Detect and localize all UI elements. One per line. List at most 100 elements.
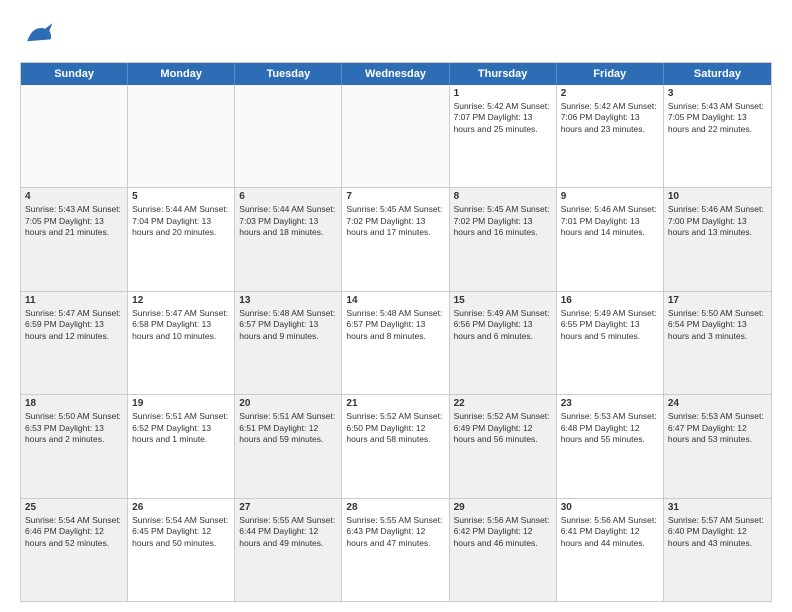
day-number: 15 bbox=[454, 295, 552, 306]
calendar-cell: 30 Sunrise: 5:56 AM Sunset: 6:41 PM Dayli… bbox=[557, 499, 664, 601]
day-number: 10 bbox=[668, 191, 767, 202]
day-info: Sunrise: 5:50 AM Sunset: 6:54 PM Dayligh… bbox=[668, 308, 767, 342]
day-number: 3 bbox=[668, 88, 767, 99]
day-number: 17 bbox=[668, 295, 767, 306]
weekday-header: Sunday bbox=[21, 63, 128, 85]
logo-icon bbox=[20, 16, 56, 52]
day-info: Sunrise: 5:42 AM Sunset: 7:06 PM Dayligh… bbox=[561, 101, 659, 135]
calendar-cell: 24 Sunrise: 5:53 AM Sunset: 6:47 PM Dayli… bbox=[664, 395, 771, 497]
weekday-header: Friday bbox=[557, 63, 664, 85]
calendar-cell: 2 Sunrise: 5:42 AM Sunset: 7:06 PM Daylig… bbox=[557, 85, 664, 187]
day-info: Sunrise: 5:48 AM Sunset: 6:57 PM Dayligh… bbox=[346, 308, 444, 342]
calendar-cell: 9 Sunrise: 5:46 AM Sunset: 7:01 PM Daylig… bbox=[557, 188, 664, 290]
calendar-cell: 15 Sunrise: 5:49 AM Sunset: 6:56 PM Dayli… bbox=[450, 292, 557, 394]
calendar-cell bbox=[235, 85, 342, 187]
calendar-cell: 20Sunrise: 5:51 AM Sunset: 6:51 PM Dayli… bbox=[235, 395, 342, 497]
day-number: 6 bbox=[239, 191, 337, 202]
day-info: Sunrise: 5:49 AM Sunset: 6:56 PM Dayligh… bbox=[454, 308, 552, 342]
calendar-cell: 27 Sunrise: 5:55 AM Sunset: 6:44 PM Dayli… bbox=[235, 499, 342, 601]
day-number: 21 bbox=[346, 398, 444, 409]
day-number: 27 bbox=[239, 502, 337, 513]
calendar-cell: 8 Sunrise: 5:45 AM Sunset: 7:02 PM Daylig… bbox=[450, 188, 557, 290]
day-info: Sunrise: 5:46 AM Sunset: 7:01 PM Dayligh… bbox=[561, 204, 659, 238]
calendar-cell: 7 Sunrise: 5:45 AM Sunset: 7:02 PM Daylig… bbox=[342, 188, 449, 290]
day-info: Sunrise: 5:49 AM Sunset: 6:55 PM Dayligh… bbox=[561, 308, 659, 342]
day-number: 5 bbox=[132, 191, 230, 202]
calendar-header: SundayMondayTuesdayWednesdayThursdayFrid… bbox=[21, 63, 771, 85]
day-info: Sunrise: 5:44 AM Sunset: 7:04 PM Dayligh… bbox=[132, 204, 230, 238]
day-info: Sunrise: 5:55 AM Sunset: 6:44 PM Dayligh… bbox=[239, 515, 337, 549]
calendar-cell: 22 Sunrise: 5:52 AM Sunset: 6:49 PM Dayli… bbox=[450, 395, 557, 497]
day-info: Sunrise: 5:42 AM Sunset: 7:07 PM Dayligh… bbox=[454, 101, 552, 135]
day-info: Sunrise: 5:48 AM Sunset: 6:57 PM Dayligh… bbox=[239, 308, 337, 342]
calendar-cell: 13 Sunrise: 5:48 AM Sunset: 6:57 PM Dayli… bbox=[235, 292, 342, 394]
calendar-cell: 18Sunrise: 5:50 AM Sunset: 6:53 PM Dayli… bbox=[21, 395, 128, 497]
weekday-header: Thursday bbox=[450, 63, 557, 85]
calendar-cell: 25 Sunrise: 5:54 AM Sunset: 6:46 PM Dayli… bbox=[21, 499, 128, 601]
calendar-row: 25 Sunrise: 5:54 AM Sunset: 6:46 PM Dayli… bbox=[21, 498, 771, 601]
day-info: Sunrise: 5:56 AM Sunset: 6:41 PM Dayligh… bbox=[561, 515, 659, 549]
day-number: 19 bbox=[132, 398, 230, 409]
day-number: 20 bbox=[239, 398, 337, 409]
day-number: 23 bbox=[561, 398, 659, 409]
day-number: 26 bbox=[132, 502, 230, 513]
calendar-cell: 23 Sunrise: 5:53 AM Sunset: 6:48 PM Dayli… bbox=[557, 395, 664, 497]
day-info: Sunrise: 5:45 AM Sunset: 7:02 PM Dayligh… bbox=[454, 204, 552, 238]
day-info: Sunrise: 5:47 AM Sunset: 6:58 PM Dayligh… bbox=[132, 308, 230, 342]
day-number: 24 bbox=[668, 398, 767, 409]
weekday-header: Monday bbox=[128, 63, 235, 85]
calendar-row: 1Sunrise: 5:42 AM Sunset: 7:07 PM Daylig… bbox=[21, 85, 771, 187]
day-info: Sunrise: 5:43 AM Sunset: 7:05 PM Dayligh… bbox=[25, 204, 123, 238]
calendar-row: 11Sunrise: 5:47 AM Sunset: 6:59 PM Dayli… bbox=[21, 291, 771, 394]
day-number: 13 bbox=[239, 295, 337, 306]
day-number: 16 bbox=[561, 295, 659, 306]
day-number: 14 bbox=[346, 295, 444, 306]
day-info: Sunrise: 5:52 AM Sunset: 6:49 PM Dayligh… bbox=[454, 411, 552, 445]
calendar-cell: 29 Sunrise: 5:56 AM Sunset: 6:42 PM Dayli… bbox=[450, 499, 557, 601]
calendar-row: 18Sunrise: 5:50 AM Sunset: 6:53 PM Dayli… bbox=[21, 394, 771, 497]
day-number: 7 bbox=[346, 191, 444, 202]
day-info: Sunrise: 5:47 AM Sunset: 6:59 PM Dayligh… bbox=[25, 308, 123, 342]
calendar-cell bbox=[342, 85, 449, 187]
day-number: 25 bbox=[25, 502, 123, 513]
day-info: Sunrise: 5:44 AM Sunset: 7:03 PM Dayligh… bbox=[239, 204, 337, 238]
calendar-cell: 4 Sunrise: 5:43 AM Sunset: 7:05 PM Daylig… bbox=[21, 188, 128, 290]
day-info: Sunrise: 5:53 AM Sunset: 6:47 PM Dayligh… bbox=[668, 411, 767, 445]
calendar-cell: 16 Sunrise: 5:49 AM Sunset: 6:55 PM Dayli… bbox=[557, 292, 664, 394]
calendar-cell: 19Sunrise: 5:51 AM Sunset: 6:52 PM Dayli… bbox=[128, 395, 235, 497]
calendar-cell: 28Sunrise: 5:55 AM Sunset: 6:43 PM Dayli… bbox=[342, 499, 449, 601]
calendar-cell: 10 Sunrise: 5:46 AM Sunset: 7:00 PM Dayli… bbox=[664, 188, 771, 290]
day-number: 30 bbox=[561, 502, 659, 513]
calendar-cell bbox=[128, 85, 235, 187]
calendar-cell: 11Sunrise: 5:47 AM Sunset: 6:59 PM Dayli… bbox=[21, 292, 128, 394]
day-info: Sunrise: 5:53 AM Sunset: 6:48 PM Dayligh… bbox=[561, 411, 659, 445]
day-info: Sunrise: 5:50 AM Sunset: 6:53 PM Dayligh… bbox=[25, 411, 123, 445]
day-number: 8 bbox=[454, 191, 552, 202]
day-info: Sunrise: 5:55 AM Sunset: 6:43 PM Dayligh… bbox=[346, 515, 444, 549]
calendar-cell: 6 Sunrise: 5:44 AM Sunset: 7:03 PM Daylig… bbox=[235, 188, 342, 290]
day-info: Sunrise: 5:46 AM Sunset: 7:00 PM Dayligh… bbox=[668, 204, 767, 238]
calendar-cell: 26 Sunrise: 5:54 AM Sunset: 6:45 PM Dayli… bbox=[128, 499, 235, 601]
weekday-header: Saturday bbox=[664, 63, 771, 85]
day-info: Sunrise: 5:56 AM Sunset: 6:42 PM Dayligh… bbox=[454, 515, 552, 549]
calendar-cell: 5 Sunrise: 5:44 AM Sunset: 7:04 PM Daylig… bbox=[128, 188, 235, 290]
header bbox=[20, 16, 772, 52]
calendar-cell: 3Sunrise: 5:43 AM Sunset: 7:05 PM Daylig… bbox=[664, 85, 771, 187]
day-info: Sunrise: 5:54 AM Sunset: 6:46 PM Dayligh… bbox=[25, 515, 123, 549]
day-number: 2 bbox=[561, 88, 659, 99]
day-info: Sunrise: 5:45 AM Sunset: 7:02 PM Dayligh… bbox=[346, 204, 444, 238]
logo bbox=[20, 16, 62, 52]
calendar-cell: 21Sunrise: 5:52 AM Sunset: 6:50 PM Dayli… bbox=[342, 395, 449, 497]
day-info: Sunrise: 5:57 AM Sunset: 6:40 PM Dayligh… bbox=[668, 515, 767, 549]
calendar-body: 1Sunrise: 5:42 AM Sunset: 7:07 PM Daylig… bbox=[21, 85, 771, 601]
weekday-header: Tuesday bbox=[235, 63, 342, 85]
calendar-cell bbox=[21, 85, 128, 187]
calendar-cell: 14 Sunrise: 5:48 AM Sunset: 6:57 PM Dayli… bbox=[342, 292, 449, 394]
day-number: 29 bbox=[454, 502, 552, 513]
day-number: 4 bbox=[25, 191, 123, 202]
page: SundayMondayTuesdayWednesdayThursdayFrid… bbox=[0, 0, 792, 612]
day-info: Sunrise: 5:54 AM Sunset: 6:45 PM Dayligh… bbox=[132, 515, 230, 549]
day-number: 9 bbox=[561, 191, 659, 202]
calendar-cell: 12Sunrise: 5:47 AM Sunset: 6:58 PM Dayli… bbox=[128, 292, 235, 394]
day-number: 22 bbox=[454, 398, 552, 409]
